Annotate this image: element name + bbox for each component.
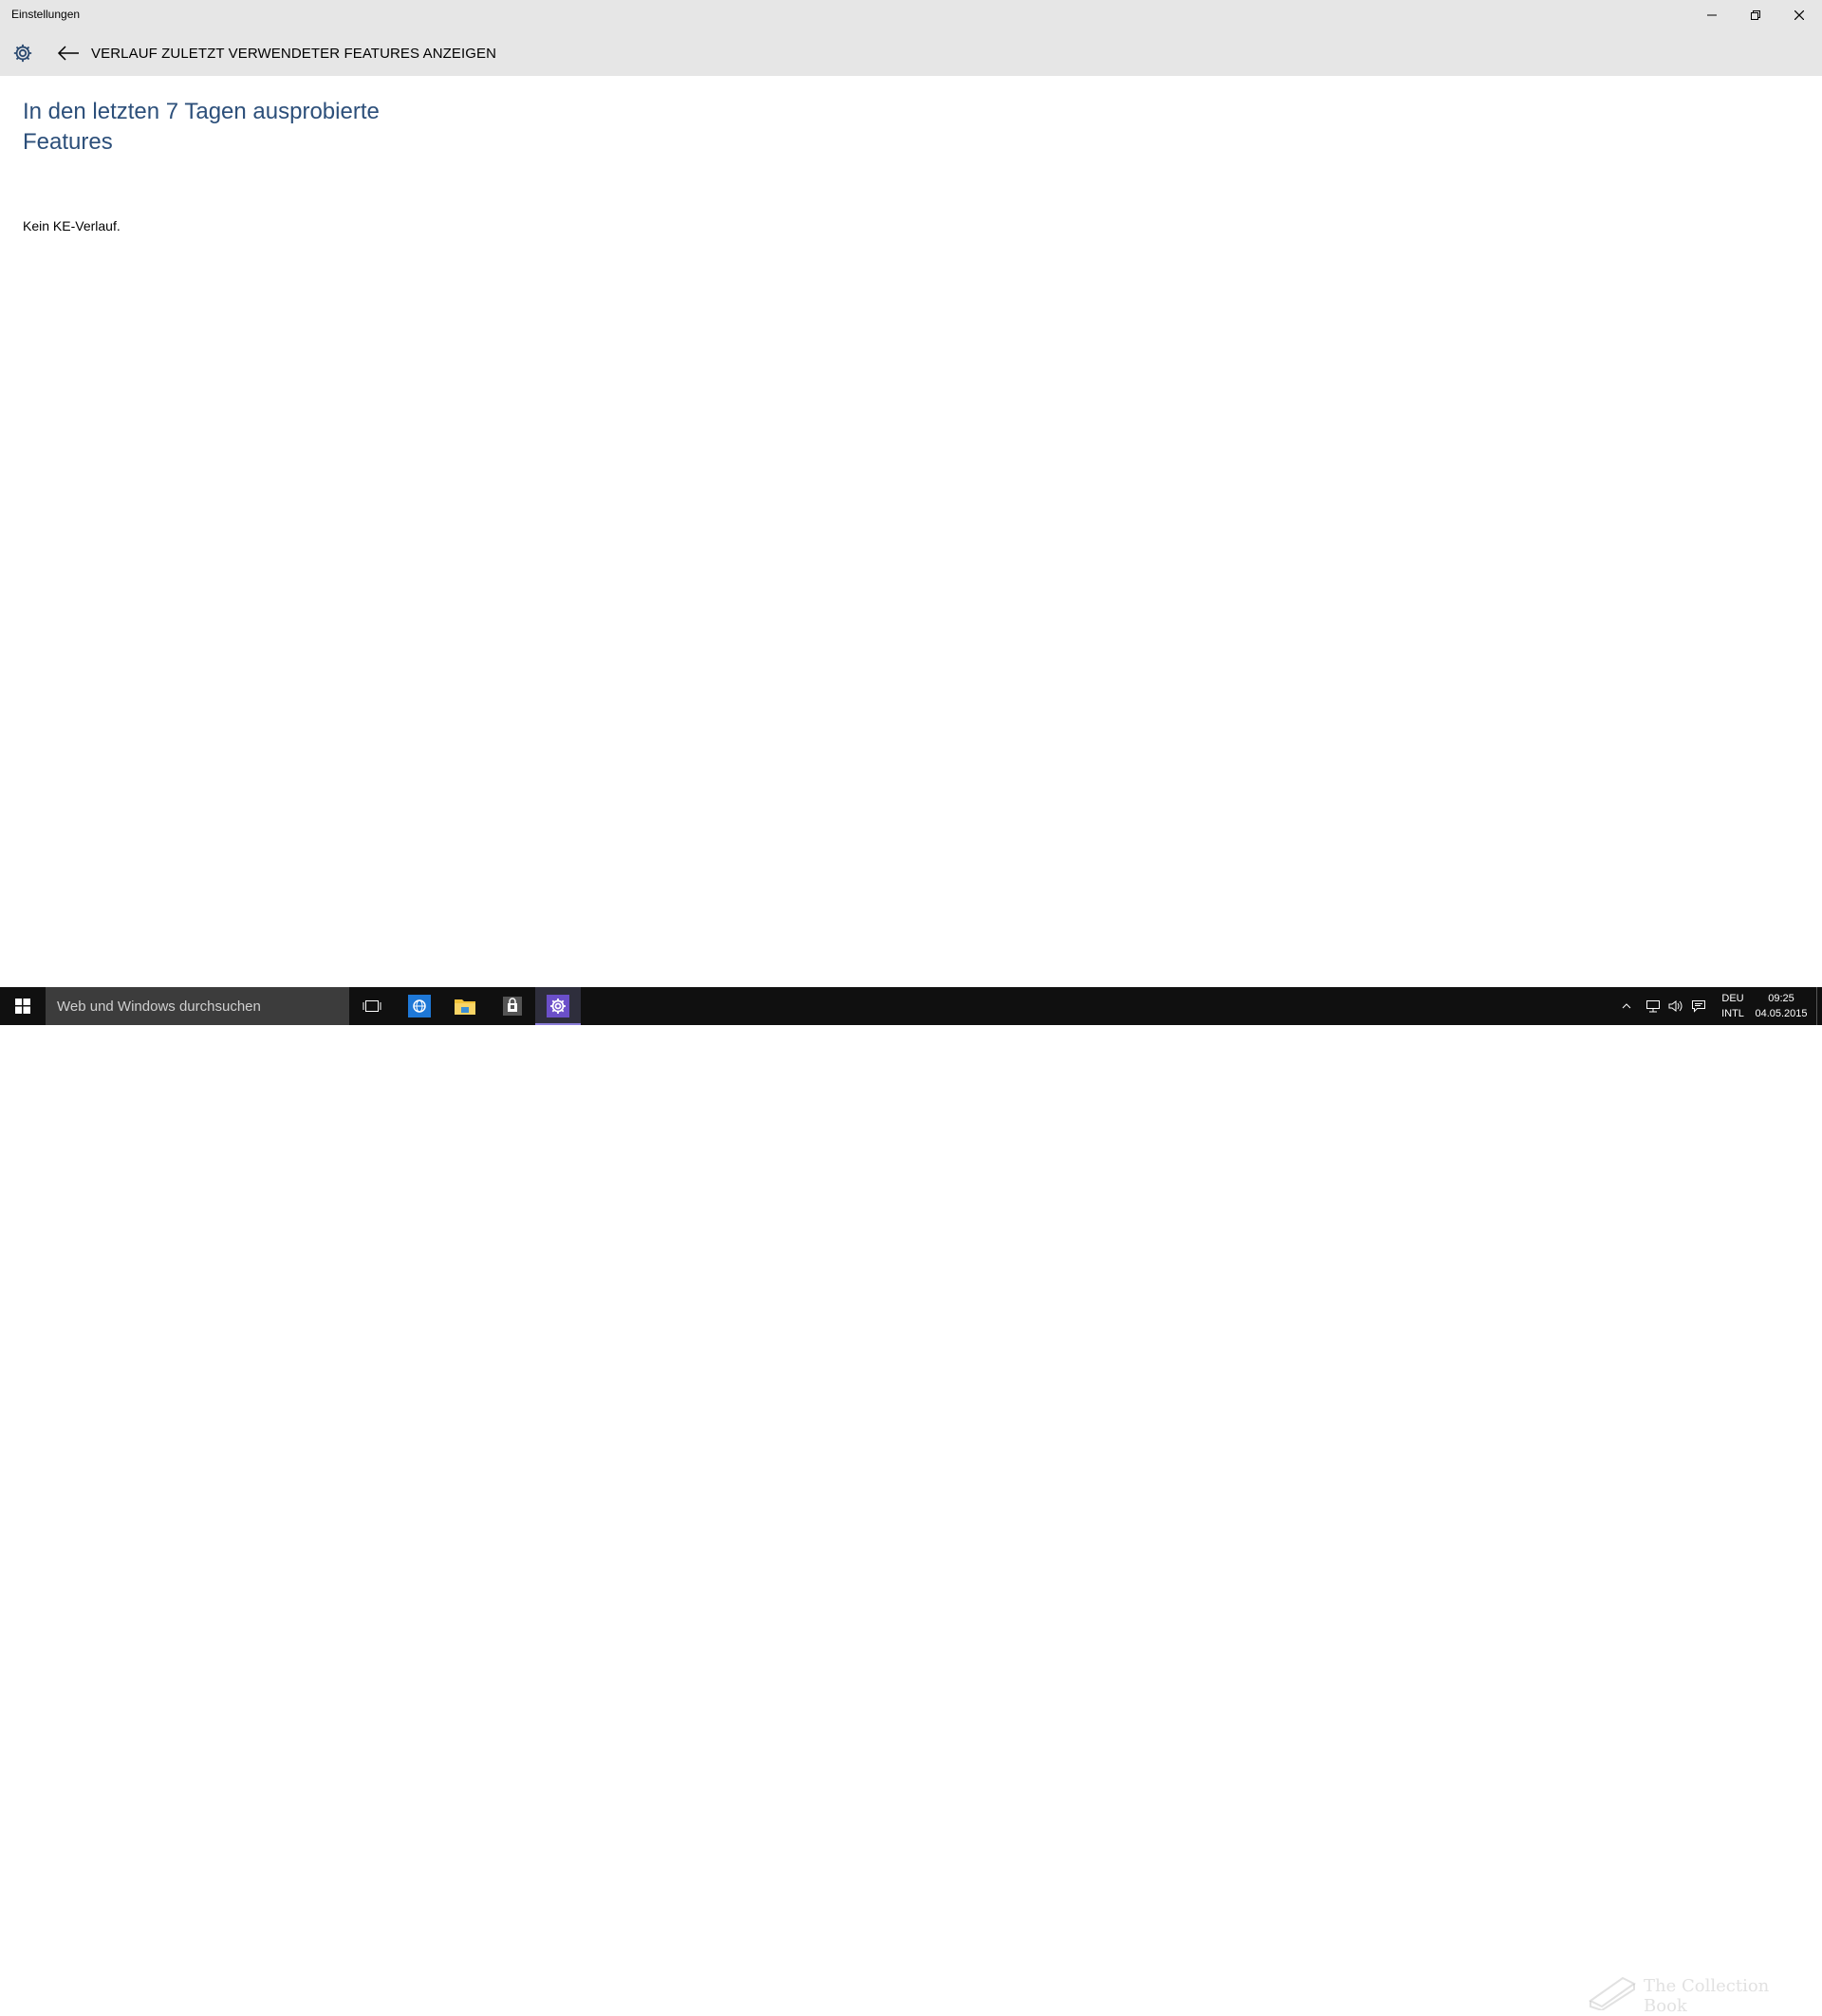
back-button[interactable] [53,38,84,68]
taskbar: Web und Windows durchsuchen The Collecti… [0,987,1822,2016]
internet-explorer-icon [408,995,431,1017]
language-code: DEU [1721,993,1744,1004]
clock-time: 09:25 [1768,993,1794,1004]
close-icon [1794,10,1804,20]
task-view-icon [363,1000,381,1012]
book-icon [1589,1976,1636,2010]
clock[interactable]: 09:25 04.05.2015 [1750,991,1813,1021]
search-box[interactable]: Web und Windows durchsuchen [46,987,349,1025]
arrow-left-icon [57,46,79,61]
history-status-text: Kein KE-Verlauf. [23,218,121,233]
close-button[interactable] [1777,0,1821,30]
watermark-text: The Collection Book [1644,1976,1770,2016]
search-placeholder: Web und Windows durchsuchen [57,999,261,1015]
task-view-button[interactable] [349,987,395,1025]
start-button[interactable] [0,987,46,1025]
store-icon [503,997,522,1016]
window-title: Einstellungen [11,8,81,21]
restore-icon [1751,10,1760,20]
page-header: VERLAUF ZULETZT VERWENDETER FEATURES ANZ… [0,30,1822,76]
minimize-button[interactable] [1690,0,1734,30]
action-center-button[interactable] [1689,997,1708,1016]
show-hidden-icons-button[interactable] [1617,997,1636,1016]
gear-icon [13,44,32,63]
taskbar-settings[interactable] [535,987,581,1025]
main-content: In den letzten 7 Tagen ausprobierte Feat… [0,76,1822,987]
taskbar-file-explorer[interactable] [442,987,488,1025]
input-language-indicator[interactable]: DEU INTL [1716,991,1750,1021]
settings-icon [547,995,569,1017]
message-icon [1692,1000,1705,1013]
section-heading: In den letzten 7 Tagen ausprobierte Feat… [23,99,380,155]
show-desktop-button[interactable] [1816,987,1822,1025]
settings-home-button[interactable] [8,38,38,68]
network-icon [1646,1000,1660,1013]
network-button[interactable] [1644,997,1663,1016]
minimize-icon [1707,14,1717,16]
keyboard-layout: INTL [1721,1008,1744,1019]
taskbar-store[interactable] [490,987,535,1025]
taskbar-internet-explorer[interactable] [397,987,442,1025]
page-title: VERLAUF ZULETZT VERWENDETER FEATURES ANZ… [91,46,497,62]
volume-button[interactable] [1666,997,1685,1016]
volume-icon [1668,1000,1683,1012]
windows-logo-icon [15,999,30,1014]
restore-button[interactable] [1734,0,1777,30]
title-bar: Einstellungen [0,0,1822,30]
file-explorer-icon [455,999,475,1015]
chevron-up-icon [1622,1003,1631,1009]
clock-date: 04.05.2015 [1755,1008,1808,1019]
watermark: The Collection Book [1583,1970,1811,2016]
